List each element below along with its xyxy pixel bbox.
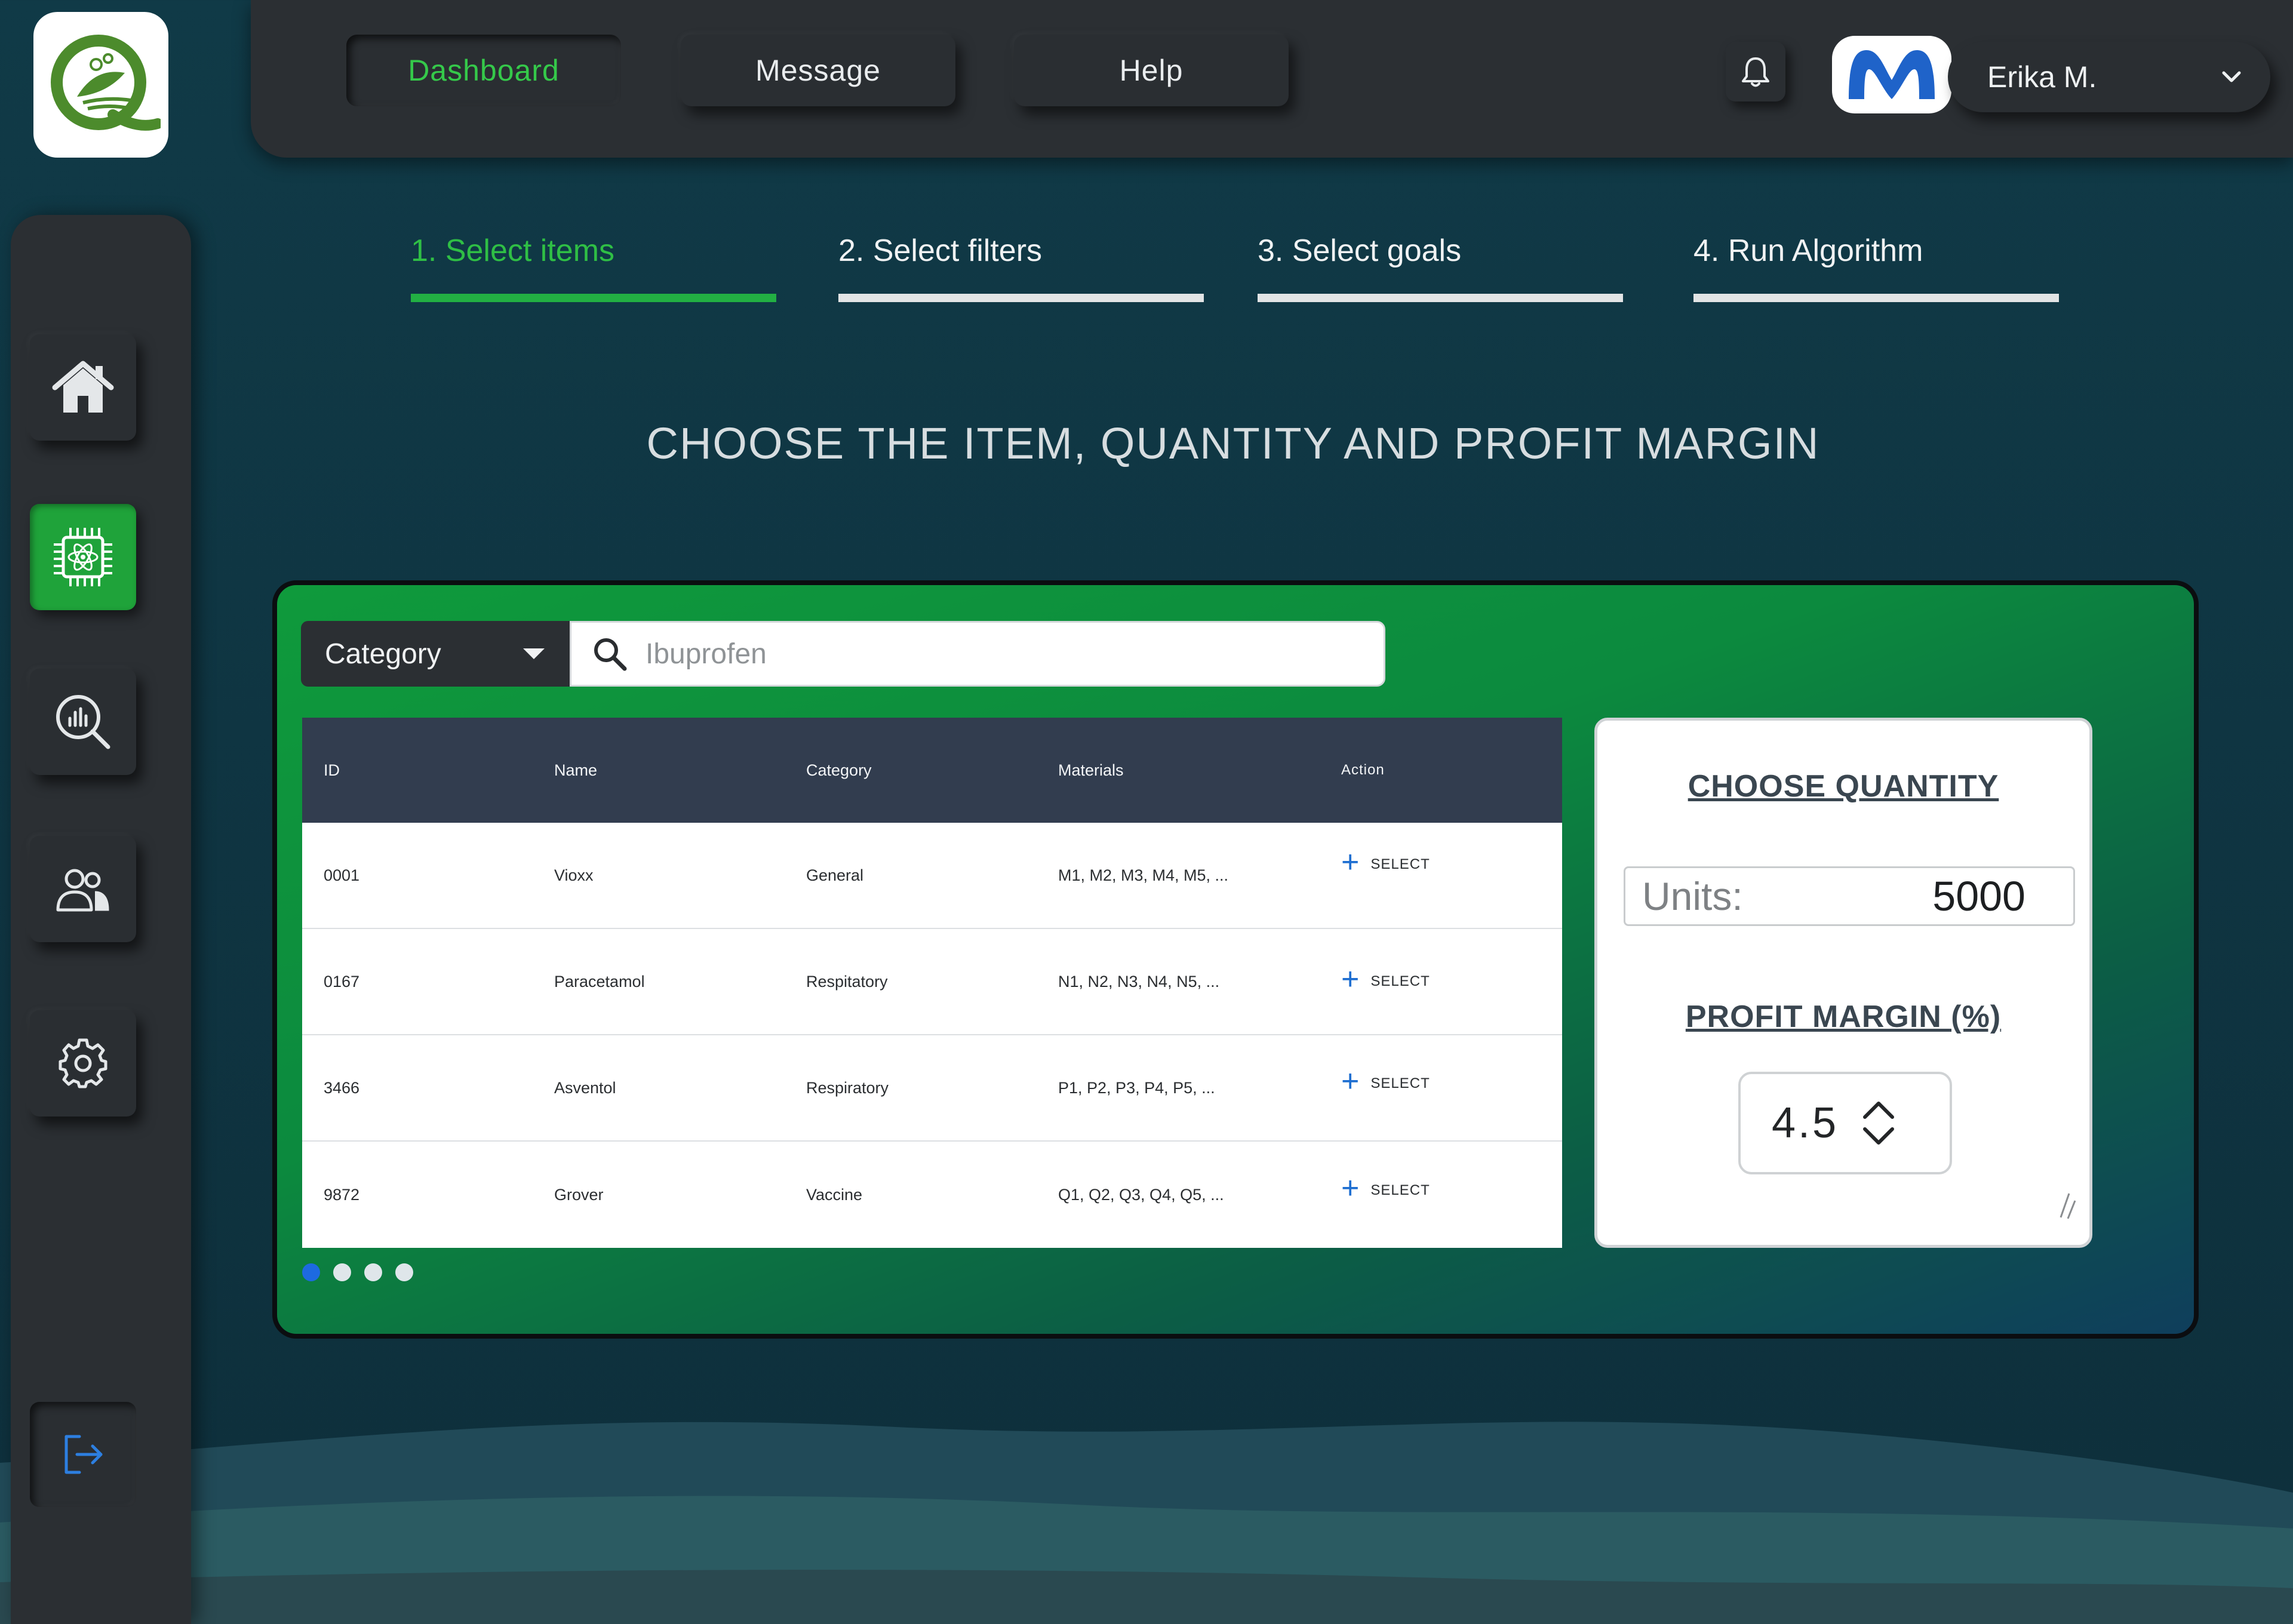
select-label: SELECT xyxy=(1370,973,1430,989)
header-category: Category xyxy=(806,761,872,779)
sidebar-item-algorithm[interactable] xyxy=(30,504,136,610)
table-header: ID Name Category Materials Action xyxy=(302,718,1562,823)
nav-help-button[interactable]: Help xyxy=(1014,35,1289,106)
step-select-filters[interactable]: 2. Select filters xyxy=(838,233,1204,302)
app-logo[interactable] xyxy=(33,12,168,158)
cell-materials: P1, P2, P3, P4, P5, ... xyxy=(1058,1078,1215,1097)
quantity-card: CHOOSE QUANTITY Units: 5000 PROFIT MARGI… xyxy=(1594,718,2092,1248)
header-action: Action xyxy=(1341,762,1385,778)
cell-category: General xyxy=(806,866,864,884)
bell-icon xyxy=(1742,57,1769,87)
page-dot[interactable] xyxy=(364,1263,382,1281)
search-box[interactable] xyxy=(570,621,1385,687)
select-item-button[interactable]: + SELECT xyxy=(1341,1173,1562,1204)
table-row: 0167 Paracetamol Respitatory N1, N2, N3,… xyxy=(302,929,1562,1035)
select-item-button[interactable]: + SELECT xyxy=(1341,1066,1562,1097)
cell-name: Grover xyxy=(554,1185,604,1204)
cell-id: 0001 xyxy=(324,866,360,884)
select-item-button[interactable]: + SELECT xyxy=(1341,847,1562,878)
units-label: Units: xyxy=(1642,874,1743,918)
step-label: 3. Select goals xyxy=(1258,233,1462,268)
user-menu-dropdown[interactable]: Erika M. xyxy=(1948,42,2270,112)
home-icon xyxy=(52,361,114,413)
item-selection-panel: Category ID Name Category Materials Acti… xyxy=(272,580,2199,1339)
step-label: 1. Select items xyxy=(411,233,615,268)
page-dot[interactable] xyxy=(333,1263,351,1281)
logout-button[interactable] xyxy=(30,1402,136,1507)
header-materials: Materials xyxy=(1058,761,1124,779)
cell-category: Respitatory xyxy=(806,972,888,991)
plus-icon: + xyxy=(1341,1064,1360,1099)
select-item-button[interactable]: + SELECT xyxy=(1341,964,1562,995)
cell-materials: N1, N2, N3, N4, N5, ... xyxy=(1058,972,1220,991)
caret-down-icon xyxy=(523,648,545,659)
cell-name: Paracetamol xyxy=(554,972,645,991)
user-avatar[interactable] xyxy=(1832,36,1951,113)
cell-materials: M1, M2, M3, M4, M5, ... xyxy=(1058,866,1229,884)
nav-dashboard-button[interactable]: Dashboard xyxy=(346,35,621,106)
header-id: ID xyxy=(324,761,340,779)
profit-margin-value: 4.5 xyxy=(1772,1099,1839,1147)
table-row: 9872 Grover Vaccine Q1, Q2, Q3, Q4, Q5, … xyxy=(302,1142,1562,1248)
cell-category: Respiratory xyxy=(806,1078,889,1097)
sidebar-item-settings[interactable] xyxy=(30,1010,136,1116)
cell-id: 0167 xyxy=(324,972,360,991)
sidebar-item-users[interactable] xyxy=(30,836,136,942)
choose-quantity-title: CHOOSE QUANTITY xyxy=(1688,769,1999,804)
step-select-items[interactable]: 1. Select items xyxy=(411,233,776,302)
logout-icon xyxy=(64,1435,103,1474)
select-label: SELECT xyxy=(1370,856,1430,872)
user-name: Erika M. xyxy=(1987,60,2097,94)
plus-icon: + xyxy=(1341,962,1360,996)
step-label: 4. Run Algorithm xyxy=(1693,233,1923,268)
sidebar-item-analytics[interactable] xyxy=(30,669,136,775)
q-leaf-logo-icon xyxy=(51,35,161,131)
chevron-up-icon[interactable] xyxy=(1862,1100,1895,1119)
chevron-down-icon xyxy=(2222,71,2241,82)
profit-margin-title: PROFIT MARGIN (%) xyxy=(1685,999,2002,1034)
cell-category: Vaccine xyxy=(806,1185,863,1204)
cell-id: 9872 xyxy=(324,1185,360,1204)
page-title: CHOOSE THE ITEM, QUANTITY AND PROFIT MAR… xyxy=(646,419,1820,468)
cell-name: Vioxx xyxy=(554,866,594,884)
header-name: Name xyxy=(554,761,598,779)
search-icon xyxy=(594,638,627,671)
plus-icon: + xyxy=(1341,845,1360,879)
plus-icon: + xyxy=(1341,1171,1360,1205)
step-progress-bar xyxy=(411,294,776,302)
analytics-search-icon xyxy=(56,695,110,749)
step-progress-bar xyxy=(1258,294,1623,302)
units-value: 5000 xyxy=(1932,873,2025,919)
units-field[interactable]: Units: 5000 xyxy=(1624,866,2075,926)
cell-id: 3466 xyxy=(324,1078,360,1097)
m-brand-avatar-icon xyxy=(1849,50,1935,99)
resize-handle-icon[interactable] xyxy=(2056,1185,2077,1221)
category-select-label: Category xyxy=(325,638,441,670)
cell-name: Asventol xyxy=(554,1078,616,1097)
category-select[interactable]: Category xyxy=(301,621,570,687)
step-progress-bar xyxy=(838,294,1204,302)
profit-margin-stepper[interactable]: 4.5 xyxy=(1738,1072,1952,1174)
users-icon xyxy=(56,869,109,912)
select-label: SELECT xyxy=(1370,1182,1430,1198)
background-waves xyxy=(0,1422,2293,1624)
search-input[interactable] xyxy=(646,637,1362,670)
notifications-button[interactable] xyxy=(1726,42,1785,102)
chip-atom-icon xyxy=(54,528,112,586)
nav-message-button[interactable]: Message xyxy=(681,35,955,106)
items-table: ID Name Category Materials Action 0001 V… xyxy=(302,718,1562,1248)
table-row: 3466 Asventol Respiratory P1, P2, P3, P4… xyxy=(302,1035,1562,1142)
select-label: SELECT xyxy=(1370,1075,1430,1091)
step-progress-bar xyxy=(1693,294,2059,302)
table-row: 0001 Vioxx General M1, M2, M3, M4, M5, .… xyxy=(302,823,1562,929)
step-run-algorithm[interactable]: 4. Run Algorithm xyxy=(1693,233,2059,302)
chevron-down-icon[interactable] xyxy=(1862,1127,1895,1146)
cell-materials: Q1, Q2, Q3, Q4, Q5, ... xyxy=(1058,1185,1224,1204)
gear-icon xyxy=(59,1038,107,1088)
table-pagination xyxy=(302,1263,413,1281)
step-select-goals[interactable]: 3. Select goals xyxy=(1258,233,1623,302)
step-label: 2. Select filters xyxy=(838,233,1043,268)
page-dot[interactable] xyxy=(302,1263,320,1281)
page-dot[interactable] xyxy=(395,1263,413,1281)
